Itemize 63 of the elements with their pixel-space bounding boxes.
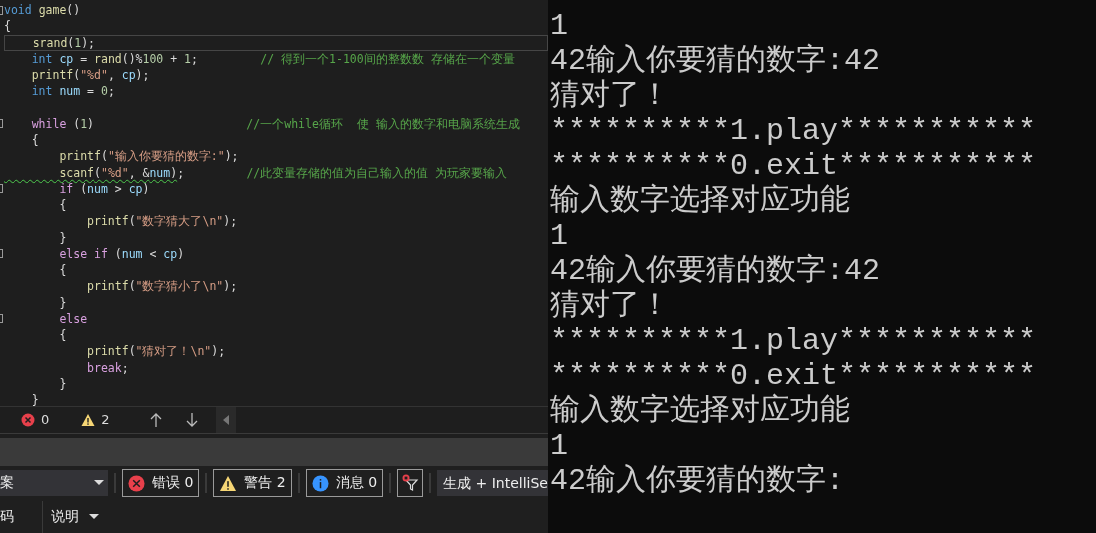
warning-count: 2 (101, 412, 110, 428)
fold-marker[interactable] (0, 249, 3, 259)
error-count: 0 (41, 412, 50, 428)
code-line: } (58, 375, 68, 392)
console-line: **********1.play*********** (550, 114, 1037, 149)
code-line: { (30, 132, 40, 149)
fold-marker[interactable] (0, 119, 3, 129)
code-line: void game() (4, 2, 82, 19)
code-line: { (58, 327, 68, 344)
console-line: 42输入你要猜的数字:42 (550, 44, 880, 79)
console-line: 42输入你要猜的数字:42 (550, 254, 880, 289)
code-line: { (4, 18, 12, 35)
source-dropdown[interactable]: 生成 + IntelliSe (437, 470, 548, 497)
console-line: **********0.exit*********** (550, 359, 1037, 393)
console-line: 1 (550, 219, 568, 254)
warning-icon (81, 412, 96, 427)
caret-icon (94, 480, 104, 487)
console-line: 猜对了！ (550, 79, 670, 114)
code-line: int num = 0; (30, 83, 116, 100)
code-line: printf("数字猜大了\n"); (86, 213, 239, 230)
column-header[interactable]: 码 (0, 508, 14, 527)
code-line: { (58, 262, 68, 279)
code-line: printf("数字猜小了\n"); (86, 278, 239, 295)
code-line: while (1) //一个while循环 使 输入的数字和电脑系统生成 (30, 115, 521, 132)
fold-marker[interactable] (0, 314, 3, 324)
info-icon (311, 475, 329, 492)
code-line: scanf("%d", &num); //此变量存储的值为自己输入的值 为玩家要输入 (58, 164, 509, 181)
code-line: int cp = rand()%100 + 1; // 得到一个1-100间的整数数 存储在一个变量 (30, 50, 516, 67)
down-arrow-icon[interactable] (185, 412, 198, 427)
console-line: 猜对了！ (550, 289, 670, 324)
scope-dropdown[interactable]: 案 (0, 470, 108, 497)
code-line: } (58, 229, 68, 246)
scroll-left-button[interactable] (215, 406, 236, 433)
code-line: printf("%d", cp); (30, 67, 151, 84)
info-filter-button[interactable]: 消息 0 (305, 469, 384, 498)
code-line: printf("猜对了！\n"); (86, 343, 227, 360)
code-line: else (58, 310, 89, 327)
up-arrow-icon[interactable] (149, 412, 162, 427)
fold-marker[interactable] (0, 5, 3, 15)
warning-filter-button[interactable]: 警告 2 (213, 469, 292, 498)
error-icon (128, 475, 145, 492)
code-line: } (58, 294, 68, 311)
left-triangle-icon (222, 414, 229, 425)
column-header[interactable]: 说明 (51, 508, 79, 527)
console-line: **********0.exit*********** (550, 149, 1037, 183)
fold-marker[interactable] (0, 184, 3, 194)
caret-icon[interactable] (89, 514, 99, 521)
console-line: **********1.play*********** (550, 324, 1037, 359)
console-line: 1 (550, 429, 568, 464)
console-line: 1 (550, 9, 568, 44)
code-line: { (58, 197, 68, 214)
console-line: 42输入你要猜的数字: (550, 464, 844, 499)
code-line: else if (num < cp) (58, 245, 186, 262)
console-line: 输入数字选择对应功能 (550, 184, 850, 219)
error-icon (21, 412, 35, 427)
filter-button[interactable] (397, 469, 424, 498)
code-line: if (num > cp) (58, 180, 151, 197)
console-line: 输入数字选择对应功能 (550, 394, 850, 429)
code-line: break; (86, 359, 130, 376)
code-line: } (30, 392, 40, 406)
code-line: printf("输入你要猜的数字:"); (58, 148, 240, 165)
warning-icon (219, 475, 238, 492)
error-filter-button[interactable]: 错误 0 (122, 469, 200, 498)
